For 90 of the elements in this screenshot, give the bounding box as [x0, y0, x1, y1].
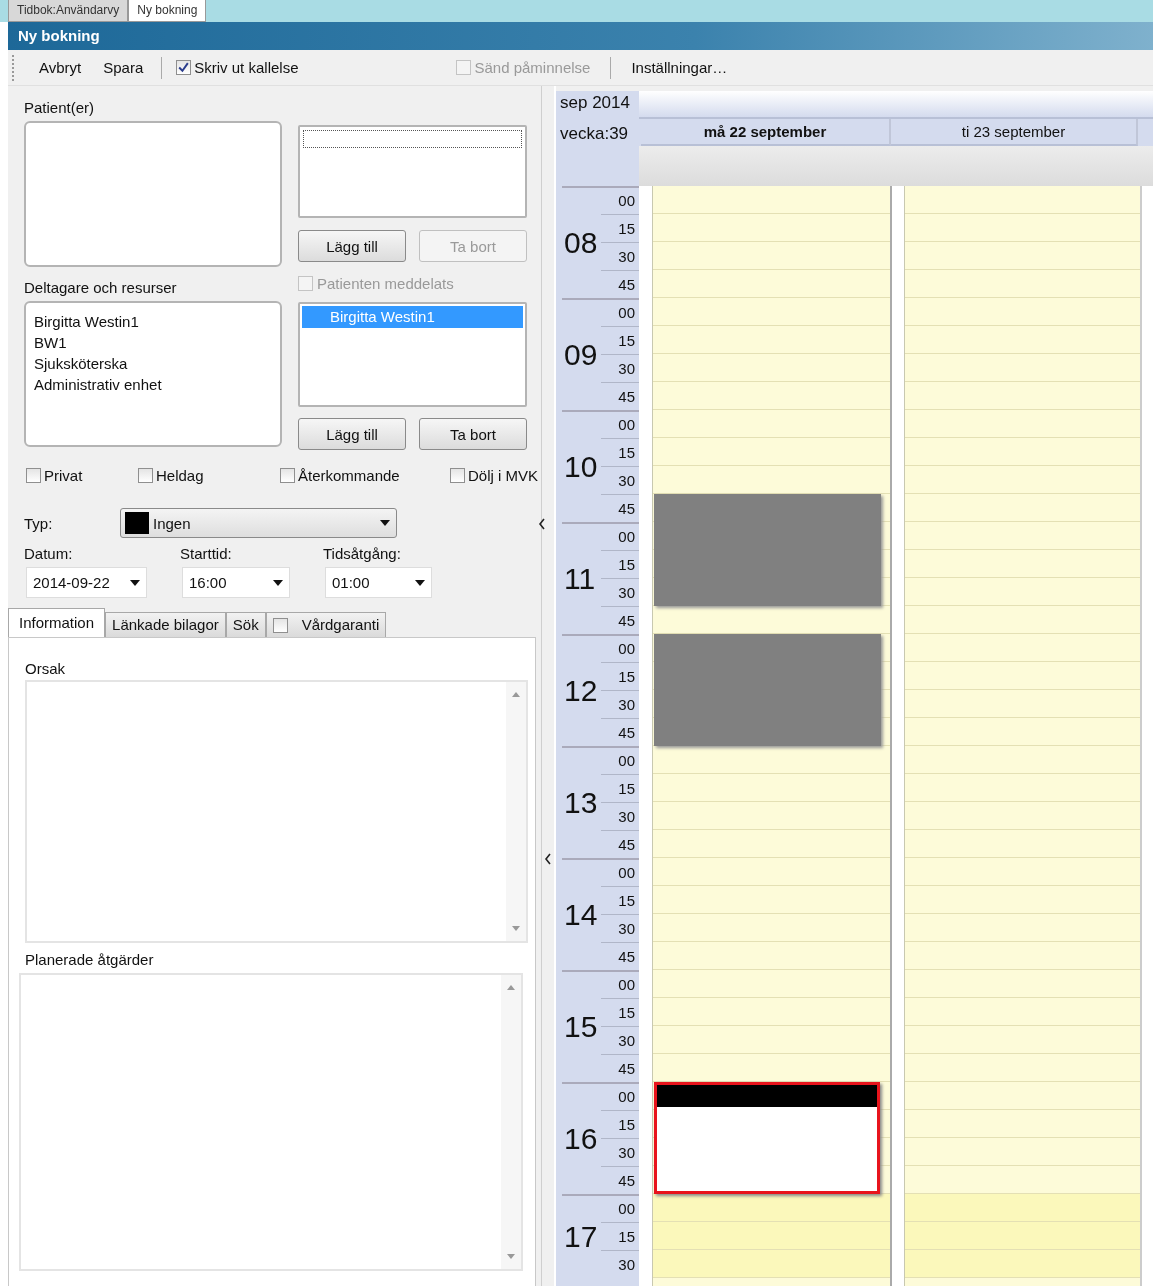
- hour-label: 12: [563, 673, 599, 709]
- hour-label: 15: [563, 1009, 599, 1045]
- checkbox[interactable]: [26, 467, 41, 483]
- tab[interactable]: Information: [8, 608, 106, 637]
- patients-label: Patient(er): [24, 99, 96, 118]
- checkbox-label: Privat: [44, 466, 83, 484]
- scrollbar[interactable]: [501, 975, 521, 1269]
- minute-label: 00: [617, 1087, 636, 1107]
- hour-label: 13: [563, 785, 599, 821]
- time-slot[interactable]: [905, 1250, 1140, 1278]
- hour-label: 16: [563, 1121, 599, 1157]
- button[interactable]: Lägg till: [298, 230, 406, 262]
- field-label: Datum:: [24, 545, 74, 564]
- hour-label: 08: [563, 225, 599, 261]
- day-header[interactable]: må 22 september: [641, 119, 891, 146]
- app-tab[interactable]: Tidbok:Användarvy: [8, 0, 129, 22]
- toolbar-grip[interactable]: [12, 54, 17, 81]
- field-label: Starttid:: [180, 545, 233, 564]
- day-header[interactable]: ti 23 september: [891, 119, 1138, 146]
- checkbox[interactable]: [272, 617, 288, 633]
- text-area[interactable]: [25, 680, 528, 943]
- new-booking[interactable]: [654, 1082, 880, 1194]
- minute-label: 00: [617, 639, 636, 659]
- time-slot[interactable]: [905, 1222, 1140, 1250]
- hour-label: 17: [563, 1219, 599, 1255]
- scroll-down-icon[interactable]: [512, 926, 520, 931]
- toolbar-button[interactable]: Inställningar…: [625, 57, 734, 78]
- minute-label: 00: [617, 975, 636, 995]
- text-area[interactable]: [19, 973, 523, 1271]
- scroll-down-icon[interactable]: [507, 1254, 515, 1259]
- field-label: Planerade åtgärder: [25, 951, 155, 970]
- detail-text: Administrativ enhet: [34, 375, 163, 395]
- checkbox-label: Sänd påminnelse: [474, 59, 591, 76]
- type-dropdown[interactable]: Ingen: [120, 508, 397, 538]
- time-slot[interactable]: [653, 1222, 890, 1250]
- minute-label: 00: [617, 1199, 636, 1219]
- type-label: Typ:: [24, 514, 54, 532]
- button[interactable]: Ta bort: [419, 418, 527, 450]
- tab[interactable]: Sök: [225, 612, 266, 637]
- week-label: vecka:39: [556, 119, 639, 186]
- combo-field[interactable]: 01:00: [325, 567, 432, 598]
- field-label: Orsak: [25, 660, 66, 679]
- checkbox-label: Återkommande: [298, 466, 400, 484]
- collapse-icon[interactable]: [538, 518, 547, 530]
- time-slot[interactable]: [653, 1250, 890, 1278]
- caret-icon: [130, 579, 140, 586]
- minute-label: 00: [617, 863, 636, 883]
- minute-label: 00: [617, 751, 636, 771]
- collapse-icon[interactable]: [544, 853, 553, 865]
- hour-label: 11: [563, 561, 597, 597]
- caret-icon: [380, 520, 390, 526]
- focus-item[interactable]: [303, 130, 522, 148]
- window-title: Ny bokning: [8, 22, 1153, 50]
- checkbox[interactable]: [450, 467, 465, 483]
- checkbox-label: Skriv ut kallelse: [194, 59, 299, 76]
- scroll-up-icon[interactable]: [507, 985, 515, 990]
- field-label: Tidsåtgång:: [323, 545, 402, 564]
- minute-label: 00: [617, 191, 636, 211]
- hour-label: 10: [563, 449, 599, 485]
- button[interactable]: Lägg till: [298, 418, 406, 450]
- checkbox[interactable]: [138, 467, 153, 483]
- app-tab[interactable]: Ny bokning: [128, 0, 207, 22]
- detail-text: Sjuksköterska: [34, 354, 129, 374]
- combo-field[interactable]: 16:00: [182, 567, 290, 598]
- checkbox-label: Patienten meddelats: [317, 274, 454, 292]
- combo-field[interactable]: 2014-09-22: [26, 567, 147, 598]
- checkbox-label: Heldag: [156, 466, 204, 484]
- hour-label: 09: [563, 337, 599, 373]
- toolbar-button[interactable]: Avbryt: [33, 57, 88, 78]
- minute-label: 00: [617, 527, 636, 547]
- detail-text: Birgitta Westin1: [34, 312, 140, 332]
- scroll-up-icon[interactable]: [512, 692, 520, 697]
- time-slot[interactable]: [905, 1194, 1140, 1222]
- caret-icon: [273, 579, 283, 586]
- tab[interactable]: Vårdgaranti: [265, 612, 387, 637]
- month-label: sep 2014: [556, 91, 639, 119]
- minute-label: 00: [617, 415, 636, 435]
- checkbox[interactable]: [280, 467, 295, 483]
- hour-label: 14: [563, 897, 599, 933]
- patient-list[interactable]: [24, 121, 282, 267]
- day-column[interactable]: [652, 186, 890, 1286]
- participants-label: Deltagare och resurser: [24, 279, 178, 298]
- checkbox-label: Dölj i MVK: [468, 466, 538, 484]
- detail-text: BW1: [34, 333, 68, 353]
- checkbox[interactable]: [176, 60, 192, 75]
- minute-label: 00: [617, 303, 636, 323]
- scrollbar[interactable]: [506, 682, 526, 941]
- toolbar-button[interactable]: Spara: [97, 57, 150, 78]
- caret-icon: [415, 579, 425, 586]
- tab[interactable]: Länkade bilagor: [105, 612, 226, 637]
